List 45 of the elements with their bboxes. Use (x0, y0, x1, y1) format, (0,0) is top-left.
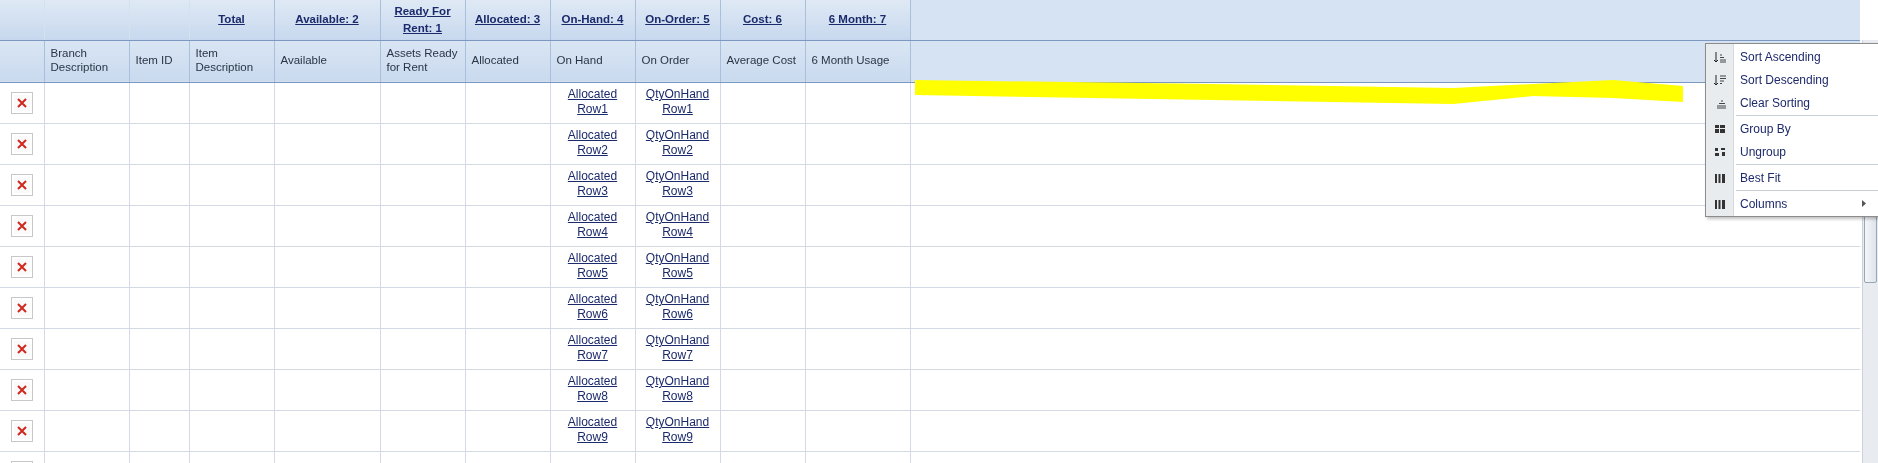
table-link[interactable]: QtyOnHand Row4 (645, 210, 710, 240)
table-link[interactable]: Allocated Row7 (567, 333, 618, 363)
x-icon[interactable] (10, 337, 33, 360)
x-icon[interactable] (10, 214, 33, 237)
menu-item[interactable]: Ungroup (1706, 140, 1878, 163)
table-link[interactable]: QtyOnHand Row8 (645, 374, 710, 404)
menu-item[interactable]: Best Fit (1706, 166, 1878, 189)
x-icon[interactable] (10, 255, 33, 278)
x-icon[interactable] (10, 132, 33, 155)
x-icon[interactable] (10, 296, 33, 319)
table-link[interactable]: QtyOnHand Row7 (645, 333, 710, 363)
menu-item[interactable]: Clear Sorting (1706, 91, 1878, 114)
table-link[interactable]: QtyOnHand Row5 (645, 251, 710, 281)
column-header[interactable]: Allocated (471, 54, 519, 68)
x-icon[interactable] (10, 173, 33, 196)
column-header[interactable]: On Order (641, 54, 690, 68)
sort-descending-icon (1713, 73, 1727, 86)
grid-icon (1713, 122, 1727, 135)
menu-item[interactable]: Sort Ascending (1706, 45, 1878, 68)
table-link[interactable]: Allocated Row4 (567, 210, 618, 240)
column-header[interactable]: Available (280, 54, 327, 68)
columns-icon (1713, 171, 1727, 184)
table-link[interactable]: QtyOnHand Row6 (645, 292, 710, 322)
summary-link[interactable]: Total (218, 11, 245, 29)
menu-item[interactable]: Sort Descending (1706, 68, 1878, 91)
column-header[interactable]: On Hand (556, 54, 603, 68)
table-link[interactable]: Allocated Row2 (567, 128, 618, 158)
x-icon[interactable] (10, 91, 33, 114)
table-link[interactable]: Allocated Row3 (567, 169, 618, 199)
table-link[interactable]: QtyOnHand Row3 (645, 169, 710, 199)
table-link[interactable]: Allocated Row1 (567, 87, 618, 117)
table-link[interactable]: Allocated Row9 (567, 415, 618, 445)
menu-item[interactable]: Columns (1706, 192, 1878, 215)
table-link[interactable]: QtyOnHand Row9 (645, 415, 710, 445)
table-link[interactable]: Allocated Row6 (567, 292, 618, 322)
table-link[interactable]: Allocated Row5 (567, 251, 618, 281)
table-link[interactable]: Allocated Row8 (567, 374, 618, 404)
x-icon[interactable] (10, 419, 33, 442)
columns-icon (1713, 197, 1727, 210)
menu-item[interactable]: Group By (1706, 117, 1878, 140)
table-link[interactable]: QtyOnHand Row2 (645, 128, 710, 158)
scattered-squares-icon (1713, 145, 1727, 158)
x-icon[interactable] (10, 378, 33, 401)
sort-ascending-icon (1713, 50, 1727, 63)
table-link[interactable]: QtyOnHand Row1 (645, 87, 710, 117)
